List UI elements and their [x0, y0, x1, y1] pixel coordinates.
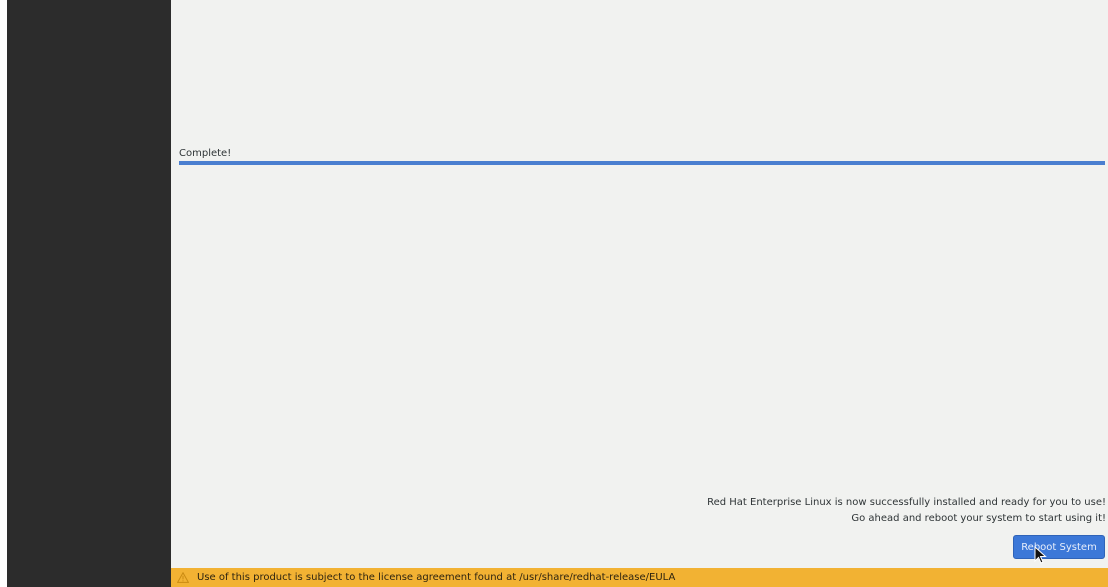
status-label: Complete!	[179, 148, 232, 159]
reboot-system-button[interactable]: Reboot System	[1013, 535, 1105, 559]
warning-icon	[177, 572, 189, 583]
progress-bar-fill	[179, 161, 1105, 165]
mouse-pointer-icon	[1034, 546, 1047, 564]
main-content: Complete! Red Hat Enterprise Linux is no…	[171, 0, 1108, 568]
sidebar	[7, 0, 171, 587]
success-message-line-1: Red Hat Enterprise Linux is now successf…	[707, 497, 1106, 508]
progress-bar	[179, 161, 1105, 165]
success-message: Red Hat Enterprise Linux is now successf…	[707, 495, 1106, 527]
eula-bar: Use of this product is subject to the li…	[171, 568, 1108, 587]
eula-text: Use of this product is subject to the li…	[197, 572, 676, 583]
installer-window: Complete! Red Hat Enterprise Linux is no…	[0, 0, 1108, 587]
success-message-line-2: Go ahead and reboot your system to start…	[851, 513, 1106, 524]
